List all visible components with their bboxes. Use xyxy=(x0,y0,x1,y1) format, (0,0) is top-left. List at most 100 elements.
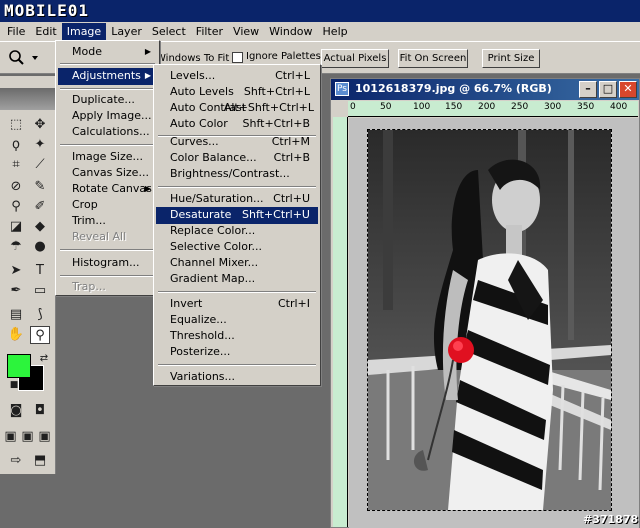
menu-separator xyxy=(60,275,155,277)
screen-mode-full-menu-icon[interactable]: ▣ xyxy=(19,428,36,446)
menu-item-duplicate[interactable]: Duplicate... xyxy=(58,92,157,109)
pen-icon[interactable]: ✒ xyxy=(6,282,26,300)
crop-icon[interactable]: ⌗ xyxy=(6,156,26,174)
menu-item-crop[interactable]: Crop xyxy=(58,197,157,214)
dodge-icon[interactable]: ● xyxy=(30,238,50,256)
menu-item-levels[interactable]: Levels... Ctrl+L xyxy=(156,68,318,85)
document-title-bar[interactable]: Ps 1012618379.jpg @ 66.7% (RGB) – □ ✕ xyxy=(331,79,639,100)
history-brush-icon[interactable]: ✐ xyxy=(30,198,50,216)
clone-stamp-icon[interactable]: ⚲ xyxy=(6,198,26,216)
eraser-icon[interactable]: ◪ xyxy=(6,218,26,236)
menu-item-desaturate[interactable]: Desaturate Shft+Ctrl+U xyxy=(156,207,318,224)
menu-separator xyxy=(60,144,155,146)
ruler-mark: 350 xyxy=(577,102,595,112)
move-icon[interactable]: ✥ xyxy=(30,116,50,134)
horizontal-ruler: 0 50 100 150 200 250 300 350 400 xyxy=(348,101,638,117)
menu-select[interactable]: Select xyxy=(147,23,191,40)
menu-item-apply-image[interactable]: Apply Image... xyxy=(58,108,157,125)
windows-to-fit-label[interactable]: Windows To Fit xyxy=(156,53,229,64)
imageready-icon[interactable]: ⇨ xyxy=(6,452,26,470)
menu-item-adjustments[interactable]: Adjustments ▶ xyxy=(58,68,157,85)
menu-file[interactable]: File xyxy=(2,23,30,40)
ignore-palettes-label: Ignore Palettes xyxy=(246,51,321,62)
menu-item-histogram[interactable]: Histogram... xyxy=(58,255,157,272)
magic-wand-icon[interactable]: ✦ xyxy=(30,136,50,154)
menu-help[interactable]: Help xyxy=(318,23,353,40)
ruler-mark: 250 xyxy=(511,102,529,112)
menu-item-replace-color[interactable]: Replace Color... xyxy=(156,223,318,240)
blur-icon[interactable]: ☂ xyxy=(6,238,26,256)
watermark-banner: MOBILE01 xyxy=(0,0,640,22)
foreground-color-swatch[interactable] xyxy=(7,354,31,378)
print-size-button[interactable]: Print Size xyxy=(482,49,540,68)
watermark-logo: MOBILE01 xyxy=(4,1,90,20)
standard-mode-icon[interactable]: ◙ xyxy=(6,402,26,420)
quick-mask-icon[interactable]: ◘ xyxy=(30,402,50,420)
menu-item-color-balance[interactable]: Color Balance... Ctrl+B xyxy=(156,150,318,167)
ruler-mark: 400 xyxy=(610,102,628,112)
menu-item-posterize[interactable]: Posterize... xyxy=(156,344,318,361)
menu-item-auto-levels[interactable]: Auto Levels Shft+Ctrl+L xyxy=(156,84,318,101)
menu-item-channel-mixer[interactable]: Channel Mixer... xyxy=(156,255,318,272)
menu-separator xyxy=(158,186,316,188)
notes-icon[interactable]: ▤ xyxy=(6,306,26,324)
ruler-mark: 0 xyxy=(350,102,356,112)
menu-item-hue-saturation[interactable]: Hue/Saturation... Ctrl+U xyxy=(156,191,318,208)
menu-filter[interactable]: Filter xyxy=(191,23,228,40)
menu-item-mode[interactable]: Mode ▶ xyxy=(58,44,157,61)
healing-brush-icon[interactable]: ⊘ xyxy=(6,178,26,196)
slice-icon[interactable]: ⟋ xyxy=(30,156,50,174)
menu-item-canvas-size[interactable]: Canvas Size... xyxy=(58,165,157,182)
minimize-button[interactable]: – xyxy=(579,81,597,98)
menu-window[interactable]: Window xyxy=(264,23,317,40)
zoom-icon[interactable]: ⚲ xyxy=(30,326,50,344)
menu-item-gradient-map[interactable]: Gradient Map... xyxy=(156,271,318,288)
screen-mode-full-icon[interactable]: ▣ xyxy=(36,428,53,446)
menu-item-auto-contrast[interactable]: Auto Contrast Alt+Shft+Ctrl+L xyxy=(156,100,318,117)
shape-icon[interactable]: ▭ xyxy=(30,282,50,300)
menu-item-threshold[interactable]: Threshold... xyxy=(156,328,318,345)
image-menu: Mode ▶ Adjustments ▶ Duplicate... Apply Im… xyxy=(55,40,160,296)
zoom-tool-preset-icon[interactable] xyxy=(6,48,46,68)
menu-item-invert[interactable]: Invert Ctrl+I xyxy=(156,296,318,313)
actual-pixels-button[interactable]: Actual Pixels xyxy=(321,49,389,68)
paint-bucket-icon[interactable]: ◆ xyxy=(30,218,50,236)
menu-edit[interactable]: Edit xyxy=(30,23,61,40)
toolbox-logo xyxy=(0,88,56,110)
menu-layer[interactable]: Layer xyxy=(106,23,147,40)
menu-separator xyxy=(60,88,155,90)
ignore-palettes-checkbox[interactable] xyxy=(232,52,243,63)
fit-on-screen-button[interactable]: Fit On Screen xyxy=(398,49,468,68)
menu-item-auto-color[interactable]: Auto Color Shft+Ctrl+B xyxy=(156,116,318,133)
menu-item-rotate-canvas[interactable]: Rotate Canvas ▶ xyxy=(58,181,157,198)
vertical-ruler xyxy=(333,117,348,527)
menu-item-selective-color[interactable]: Selective Color... xyxy=(156,239,318,256)
menu-view[interactable]: View xyxy=(228,23,264,40)
menu-item-curves[interactable]: Curves... Ctrl+M xyxy=(156,134,318,151)
menu-item-trim[interactable]: Trim... xyxy=(58,213,157,230)
menu-item-image-size[interactable]: Image Size... xyxy=(58,149,157,166)
menu-item-trap: Trap... xyxy=(72,280,106,293)
photo-canvas[interactable] xyxy=(367,129,612,511)
path-select-icon[interactable]: ➤ xyxy=(6,262,26,280)
menu-item-reveal-all: Reveal All xyxy=(72,230,127,243)
eyedropper-icon[interactable]: ⟆ xyxy=(30,306,50,324)
jump-icon[interactable]: ⬒ xyxy=(30,452,50,470)
maximize-button[interactable]: □ xyxy=(599,81,617,98)
menu-image[interactable]: Image xyxy=(61,23,107,40)
close-button[interactable]: ✕ xyxy=(619,81,637,98)
photoshop-doc-icon: Ps xyxy=(335,82,349,96)
marquee-icon[interactable]: ⬚ xyxy=(6,116,26,134)
brush-icon[interactable]: ✎ xyxy=(30,178,50,196)
menu-separator xyxy=(60,249,155,251)
menu-item-variations[interactable]: Variations... xyxy=(156,369,318,386)
canvas-area[interactable] xyxy=(349,118,639,528)
hand-icon[interactable]: ✋ xyxy=(6,326,26,344)
type-icon[interactable]: T xyxy=(30,262,50,280)
menu-item-brightness-contrast[interactable]: Brightness/Contrast... xyxy=(156,166,318,183)
menu-item-calculations[interactable]: Calculations... xyxy=(58,124,157,141)
lasso-icon[interactable]: ϙ xyxy=(6,136,26,154)
screen-mode-standard-icon[interactable]: ▣ xyxy=(2,428,19,446)
menu-item-equalize[interactable]: Equalize... xyxy=(156,312,318,329)
menu-bar: File Edit Image Layer Select Filter View… xyxy=(0,22,640,41)
